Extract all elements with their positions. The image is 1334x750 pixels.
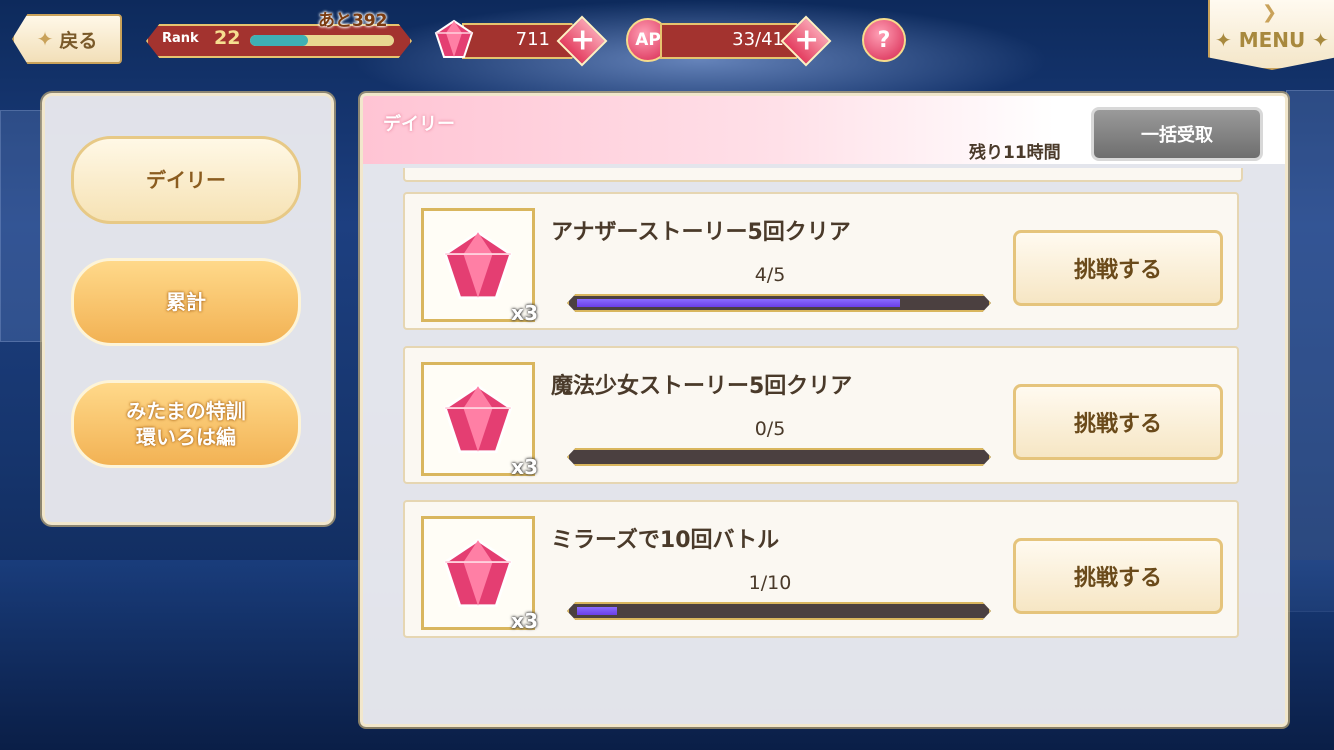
magic-stone-value: 711 [515,29,550,50]
back-button[interactable]: ✦ 戻る [12,14,122,64]
challenge-button[interactable]: 挑戦する [1013,538,1223,614]
reward-quantity: x3 [511,455,538,479]
tab-label: 累計 [166,290,206,314]
background-window [1286,90,1334,612]
mission-header: デイリー 残り11時間 一括受取 [363,96,1285,164]
rank-exp-bar [250,35,394,46]
sparkle-icon: ✦ [36,27,54,51]
rank-label: Rank [162,31,199,46]
mission-item: x3 アナザーストーリー5回クリア 4/5 挑戦する [403,192,1239,330]
mission-progress-text: 0/5 [754,418,786,440]
mission-progress-fill [577,299,900,307]
rank-value: 22 [214,27,241,49]
ap-value: 33/41 [732,29,784,50]
reward-quantity: x3 [511,301,538,325]
category-panel: デイリー 累計 みたまの特訓 環いろは編 [42,93,334,525]
tab-daily[interactable]: デイリー [71,136,301,224]
magic-stone-icon [434,19,474,58]
reward-box: x3 [421,208,538,325]
tab-mitama-training[interactable]: みたまの特訓 環いろは編 [71,380,301,468]
reward-quantity: x3 [511,609,538,633]
gem-icon [443,230,513,300]
mission-title: アナザーストーリー5回クリア [551,220,851,245]
help-button[interactable]: ? [862,18,906,62]
challenge-button[interactable]: 挑戦する [1013,230,1223,306]
plus-icon: + [570,22,596,58]
mission-title: 魔法少女ストーリー5回クリア [551,374,853,399]
panel-title: デイリー [383,114,455,135]
background-window [0,110,42,342]
mission-title: ミラーズで10回バトル [551,528,780,553]
remaining-time: 残り11時間 [969,143,1061,163]
mission-progress-text: 1/10 [748,572,792,594]
challenge-button[interactable]: 挑戦する [1013,384,1223,460]
mission-item: x3 魔法少女ストーリー5回クリア 0/5 挑戦する [403,346,1239,484]
menu-button[interactable]: ❯ ✦ MENU ✦ [1208,0,1334,70]
mission-progress-bar [567,448,991,466]
tab-label: みたまの特訓 環いろは編 [126,399,246,449]
menu-label: ✦ MENU ✦ [1214,28,1329,52]
tab-cumulative[interactable]: 累計 [71,258,301,346]
rank-next-exp: あと392 [318,11,388,31]
gem-icon [443,538,513,608]
rank-exp-fill [250,35,308,46]
reward-box: x3 [421,516,538,633]
plus-icon: + [794,22,820,58]
tab-label: デイリー [146,168,226,192]
gem-icon [443,384,513,454]
mission-panel: デイリー 残り11時間 一括受取 x3 アナザーストーリー5回クリア 4/5 挑… [360,93,1288,727]
reward-box: x3 [421,362,538,479]
chevron-down-icon: ❯ [1262,2,1278,23]
back-label: 戻る [59,29,98,52]
mission-item: x3 ミラーズで10回バトル 1/10 挑戦する [403,500,1239,638]
claim-all-button[interactable]: 一括受取 [1091,107,1263,161]
mission-progress-text: 4/5 [754,264,786,286]
mission-progress-fill [577,607,617,615]
mission-item-partial [403,168,1243,182]
mission-progress-bar [567,294,991,312]
mission-progress-bar [567,602,991,620]
